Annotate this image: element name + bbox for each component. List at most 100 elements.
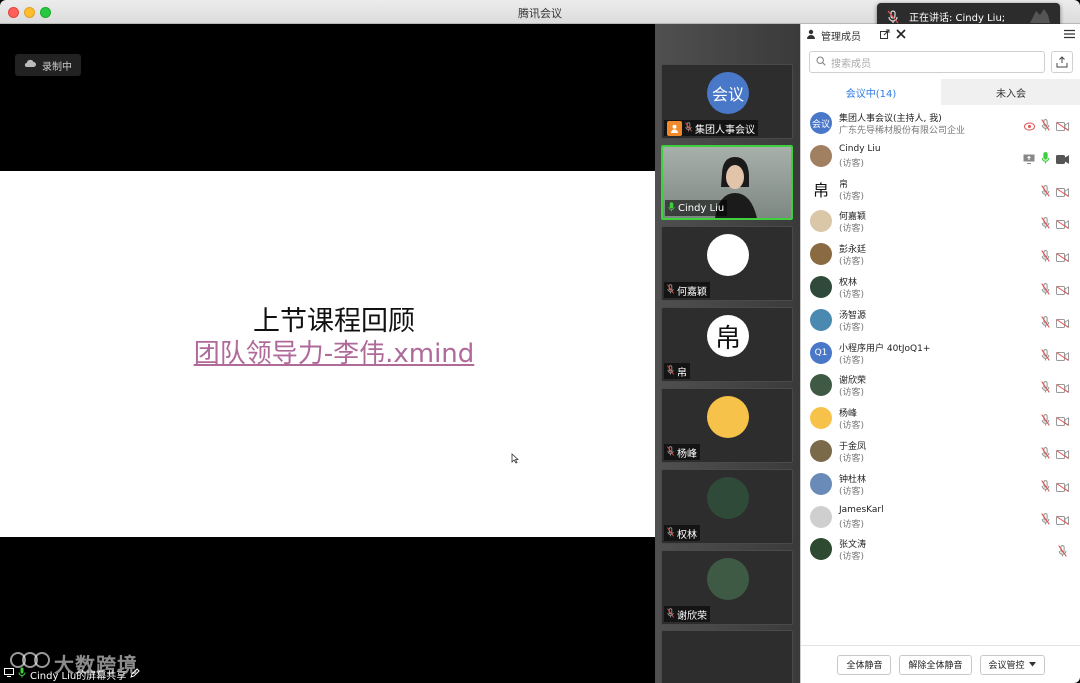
video-tile[interactable]: 何嘉颖 xyxy=(661,226,793,301)
mic-muted-icon[interactable] xyxy=(1041,378,1050,397)
mic-muted-icon[interactable] xyxy=(1041,182,1050,201)
member-row[interactable]: 于金凤 (访客) xyxy=(801,436,1080,469)
member-name: JamesKarl xyxy=(839,504,884,515)
tile-name: 杨峰 xyxy=(677,448,697,460)
menu-icon[interactable] xyxy=(1064,29,1075,42)
mic-muted-icon[interactable] xyxy=(1041,346,1050,365)
manage-members-tab[interactable]: 管理成员 xyxy=(807,28,861,43)
tile-name: 权林 xyxy=(677,529,697,541)
camera-icon[interactable] xyxy=(1056,149,1069,168)
member-avatar xyxy=(810,538,832,561)
meeting-control-button[interactable]: 会议管控 xyxy=(979,654,1045,675)
panel-footer: 全体静音 解除全体静音 会议管控 xyxy=(801,645,1080,683)
member-row[interactable]: 汤智源 (访客) xyxy=(801,305,1080,338)
mic-muted-icon[interactable] xyxy=(1041,214,1050,233)
popout-icon[interactable] xyxy=(880,29,890,42)
member-row[interactable]: Cindy Liu (访客) xyxy=(801,141,1080,174)
video-tile-partial[interactable] xyxy=(661,630,793,683)
camera-off-icon[interactable] xyxy=(1056,182,1069,201)
video-tile[interactable]: 帛帛 xyxy=(661,307,793,382)
camera-off-icon[interactable] xyxy=(1056,313,1069,332)
video-strip: 会议 集团人事会议 Cindy Liu 何嘉颖帛帛杨峰权林谢欣荣 xyxy=(655,24,800,683)
member-status-icons xyxy=(1041,346,1069,365)
tab-not-joined[interactable]: 未入会 xyxy=(941,79,1080,105)
camera-off-icon[interactable] xyxy=(1056,116,1069,135)
caret-down-icon xyxy=(1028,660,1036,670)
mute-all-button[interactable]: 全体静音 xyxy=(837,654,892,675)
member-row[interactable]: 钟杜林 (访客) xyxy=(801,469,1080,502)
close-panel-icon[interactable] xyxy=(896,29,906,42)
member-segmented-tabs: 会议中(14) 未入会 xyxy=(801,79,1080,105)
member-role: (访客) xyxy=(839,289,865,300)
mic-muted-icon xyxy=(685,121,692,135)
mic-on-icon[interactable] xyxy=(1041,149,1050,168)
pen-icon[interactable] xyxy=(130,667,140,681)
member-avatar: 会议 xyxy=(810,112,832,134)
video-tile[interactable]: 杨峰 xyxy=(661,388,793,463)
member-row[interactable]: 权林 (访客) xyxy=(801,272,1080,305)
screen-icon xyxy=(4,668,14,680)
mic-muted-icon[interactable] xyxy=(1041,313,1050,332)
member-avatar xyxy=(810,505,832,528)
mic-muted-icon xyxy=(667,607,674,621)
cursor-icon xyxy=(511,453,520,467)
camera-off-icon[interactable] xyxy=(1056,444,1069,463)
camera-off-icon[interactable] xyxy=(1056,477,1069,496)
tile-name-tag: 谢欣荣 xyxy=(664,606,710,622)
member-avatar xyxy=(810,243,832,266)
member-row[interactable]: JamesKarl (访客) xyxy=(801,502,1080,535)
camera-off-icon[interactable] xyxy=(1056,247,1069,266)
member-row[interactable]: 会议 集团人事会议(主持人, 我) 广东先导稀材股份有限公司企业 xyxy=(801,108,1080,141)
camera-off-icon[interactable] xyxy=(1056,346,1069,365)
member-row[interactable]: 杨峰 (访客) xyxy=(801,403,1080,436)
member-role: (访客) xyxy=(839,519,865,530)
member-row[interactable]: Q1 小程序用户 40tJoQ1+ (访客) xyxy=(801,338,1080,371)
camera-off-icon[interactable] xyxy=(1056,510,1069,529)
mic-muted-icon xyxy=(667,364,674,378)
member-row[interactable]: 帛帛 (访客) xyxy=(801,174,1080,207)
mic-muted-icon xyxy=(667,526,674,540)
share-footer: Cindy Liu的屏幕共享 xyxy=(0,665,655,683)
panel-header: 管理成员 xyxy=(801,24,1080,46)
member-row[interactable]: 彭永廷 (访客) xyxy=(801,239,1080,272)
camera-off-icon[interactable] xyxy=(1056,411,1069,430)
mic-muted-icon[interactable] xyxy=(1041,510,1050,529)
search-icon xyxy=(816,55,826,69)
member-role: (访客) xyxy=(839,486,865,497)
member-row[interactable]: 何嘉颖 (访客) xyxy=(801,206,1080,239)
mic-on-icon xyxy=(18,667,26,681)
manage-members-label: 管理成员 xyxy=(821,31,861,43)
tile-name-tag: 权林 xyxy=(664,525,700,541)
mic-on-icon xyxy=(668,201,675,215)
video-tile[interactable]: 会议 集团人事会议 xyxy=(661,64,793,139)
tab-in-meeting[interactable]: 会议中(14) xyxy=(801,79,941,105)
mic-muted-icon[interactable] xyxy=(1041,247,1050,266)
participant-avatar xyxy=(707,477,749,519)
video-tile[interactable]: 权林 xyxy=(661,469,793,544)
mic-muted-icon[interactable] xyxy=(1041,444,1050,463)
mic-muted-icon[interactable] xyxy=(1058,542,1067,561)
member-role: (访客) xyxy=(839,322,865,333)
tile-name: 何嘉颖 xyxy=(677,286,707,298)
member-status-icons xyxy=(1023,149,1069,168)
camera-off-icon[interactable] xyxy=(1056,378,1069,397)
mic-muted-icon[interactable] xyxy=(1041,116,1050,135)
member-row[interactable]: 谢欣荣 (访客) xyxy=(801,370,1080,403)
member-row[interactable]: 张文涛 (访客) xyxy=(801,534,1080,567)
participant-avatar: 会议 xyxy=(707,72,749,114)
mic-muted-icon[interactable] xyxy=(1041,477,1050,496)
mic-muted-icon[interactable] xyxy=(1041,280,1050,299)
member-avatar xyxy=(810,407,832,430)
recording-badge[interactable]: 录制中 xyxy=(15,54,81,76)
slide-link[interactable]: 团队领导力-李伟.xmind xyxy=(0,333,668,370)
tile-name-tag: 杨峰 xyxy=(664,444,700,460)
unmute-all-button[interactable]: 解除全体静音 xyxy=(899,654,972,675)
camera-off-icon[interactable] xyxy=(1056,214,1069,233)
camera-off-icon[interactable] xyxy=(1056,280,1069,299)
mic-muted-icon[interactable] xyxy=(1041,411,1050,430)
invite-button[interactable] xyxy=(1051,51,1073,73)
video-tile[interactable]: Cindy Liu xyxy=(661,145,793,220)
video-tile[interactable]: 谢欣荣 xyxy=(661,550,793,625)
participant-avatar xyxy=(707,234,749,276)
member-search[interactable]: 搜索成员 xyxy=(809,51,1045,73)
